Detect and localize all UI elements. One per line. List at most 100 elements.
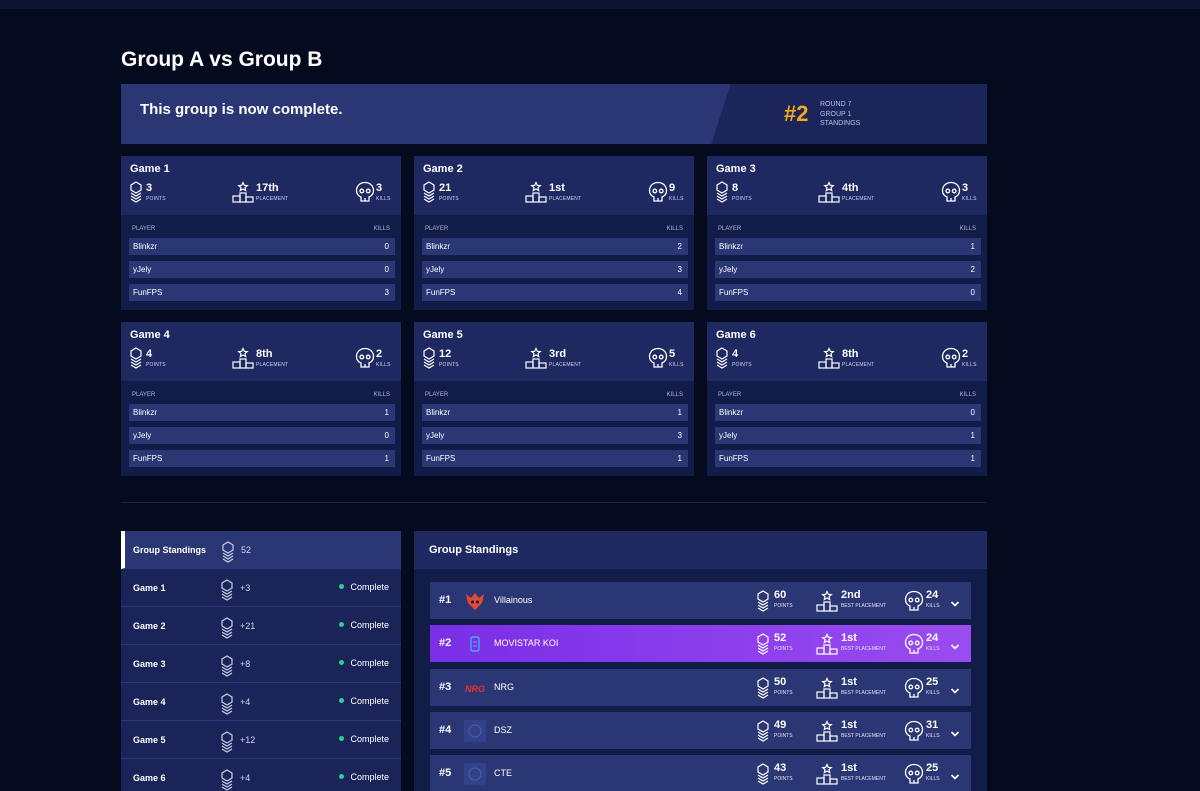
chevron-down-icon[interactable] — [950, 682, 960, 700]
skull-icon — [904, 763, 924, 790]
sidebar-item-game-4[interactable]: Game 4 +4 Complete — [121, 683, 401, 721]
status-dot-icon — [339, 736, 345, 741]
player-name: FunFPS — [719, 288, 749, 297]
podium-icon — [816, 719, 838, 747]
points-label: POINTS — [774, 646, 793, 653]
player-row: yJely 3 — [422, 261, 688, 278]
chevron-down-icon[interactable] — [950, 638, 960, 656]
player-kills: 1 — [970, 242, 975, 251]
player-kills: 2 — [970, 265, 975, 274]
placement-value: 17th — [256, 182, 279, 194]
points-label: POINTS — [439, 362, 459, 368]
points-icon — [220, 769, 234, 791]
status-text: Complete — [350, 620, 389, 630]
game-title: Game 3 — [716, 163, 756, 175]
points-label: POINTS — [732, 362, 752, 368]
kills-column-header: KILLS — [373, 226, 390, 232]
kills-label: KILLS — [669, 362, 684, 368]
sidebar-item-group-standings[interactable]: Group Standings 52 — [121, 531, 401, 569]
player-kills: 3 — [677, 265, 682, 274]
chevron-down-icon[interactable] — [950, 725, 960, 743]
sidebar-item-game-6[interactable]: Game 6 +4 Complete — [121, 759, 401, 791]
player-row: yJely 3 — [422, 427, 688, 444]
status-dot-icon — [339, 660, 345, 665]
podium-icon — [816, 763, 838, 790]
kills-label: KILLS — [962, 362, 977, 368]
team-kills: 24 — [926, 632, 939, 645]
team-rank: #3 — [439, 680, 452, 693]
team-name: Villainous — [494, 595, 533, 605]
team-kills: 25 — [926, 762, 939, 775]
sidebar-item-label: Group Standings — [133, 545, 206, 555]
status-dot-icon — [339, 622, 345, 627]
placement-value: 1st — [549, 182, 565, 194]
standings-row[interactable]: #4 DSZ 49 POINTS 1st BEST PLACEMENT 31 KILLS — [430, 711, 971, 749]
player-row: FunFPS 1 — [715, 450, 981, 467]
player-column-header: PLAYER — [132, 392, 156, 398]
sidebar-item-points: +4 — [240, 697, 251, 707]
chevron-down-icon[interactable] — [950, 595, 960, 613]
best-placement-label: BEST PLACEMENT — [841, 732, 886, 739]
chevron-down-icon[interactable] — [950, 768, 960, 786]
player-name: Blinkzr — [426, 242, 451, 251]
sidebar-item-label: Game 6 — [133, 773, 166, 783]
podium-icon — [816, 676, 838, 704]
banner-rank: #2 — [784, 101, 809, 126]
player-row: Blinkzr 1 — [422, 404, 688, 421]
player-name: FunFPS — [133, 454, 163, 463]
team-rank: #5 — [439, 767, 452, 780]
player-row: Blinkzr 1 — [129, 404, 395, 421]
sidebar-item-label: Game 2 — [133, 621, 166, 631]
page-title: Group A vs Group B — [121, 48, 323, 71]
skull-icon — [904, 677, 924, 704]
status-badge: Complete — [339, 582, 389, 592]
player-column-header: PLAYER — [425, 226, 449, 232]
player-kills: 1 — [384, 454, 389, 463]
game-title: Game 4 — [130, 329, 170, 341]
team-points: 43 — [774, 762, 787, 775]
placement-value: 8th — [842, 348, 859, 360]
standings-row[interactable]: #5 CTE 43 POINTS 1st BEST PLACEMENT 25 KILLS — [430, 755, 971, 791]
status-badge: Complete — [339, 696, 389, 706]
kills-column-header: KILLS — [373, 392, 390, 398]
sidebar-item-label: Game 3 — [133, 659, 166, 669]
banner-group: GROUP 1 — [820, 110, 852, 118]
player-kills: 1 — [970, 431, 975, 440]
status-badge: Complete — [339, 620, 389, 630]
standings-row[interactable]: #3 NRG NRG 50 POINTS 1st BEST PLACEMENT 25 KILLS — [430, 668, 971, 706]
sidebar-item-game-5[interactable]: Game 5 +12 Complete — [121, 721, 401, 759]
points-icon — [221, 541, 235, 565]
player-row: FunFPS 1 — [129, 450, 395, 467]
sidebar-item-label: Game 1 — [133, 583, 166, 593]
player-row: yJely 2 — [715, 261, 981, 278]
team-kills: 31 — [926, 718, 939, 731]
sidebar-item-game-2[interactable]: Game 2 +21 Complete — [121, 607, 401, 645]
player-column-header: PLAYER — [718, 226, 742, 232]
player-kills: 0 — [384, 431, 389, 440]
points-label: POINTS — [774, 689, 793, 696]
skull-icon — [904, 633, 924, 660]
points-value: 4 — [732, 348, 739, 360]
player-name: Blinkzr — [426, 408, 451, 417]
player-name: FunFPS — [426, 454, 456, 463]
standings-row[interactable]: #1 Villainous 60 POINTS 2nd BEST PLACEMENT 24 K… — [430, 582, 971, 619]
player-row: Blinkzr 1 — [715, 238, 981, 255]
points-value: 21 — [439, 182, 452, 194]
top-bar — [0, 0, 1200, 9]
nrg-logo-icon: NRG — [464, 677, 486, 699]
team-points: 49 — [774, 718, 787, 731]
sidebar-item-game-3[interactable]: Game 3 +8 Complete — [121, 645, 401, 683]
sidebar-item-points: +12 — [240, 735, 256, 745]
standings-row[interactable]: #2 MOVISTAR KOI 52 POINTS 1st BEST PLACEMENT 2… — [430, 625, 971, 663]
team-kills: 24 — [926, 589, 939, 601]
kills-column-header: KILLS — [959, 226, 976, 232]
player-kills: 1 — [677, 454, 682, 463]
status-text: Complete — [350, 772, 389, 782]
kills-value: 5 — [669, 348, 676, 360]
player-table-header: PLAYER KILLS — [425, 226, 683, 232]
sidebar-item-game-1[interactable]: Game 1 +3 Complete — [121, 569, 401, 607]
player-row: yJely 0 — [129, 261, 395, 278]
standings-header: Group Standings — [414, 531, 987, 569]
player-name: yJely — [426, 431, 445, 440]
team-rank: #1 — [439, 594, 452, 606]
